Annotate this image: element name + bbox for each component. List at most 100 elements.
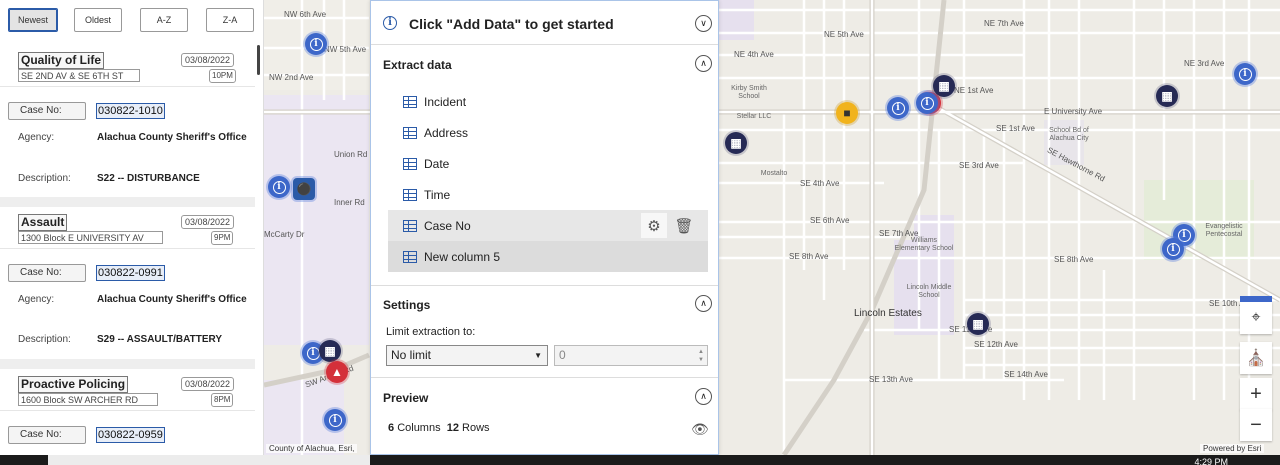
street-label: NE 3rd Ave xyxy=(1184,59,1225,68)
trash-icon[interactable]: 🗑 xyxy=(671,213,697,238)
incident-pin[interactable]: i xyxy=(887,97,909,119)
field-item-date[interactable]: Date xyxy=(388,148,708,179)
assault-pin[interactable]: ▦ xyxy=(725,132,747,154)
incident-card-header: Proactive Policing 1600 Block SW ARCHER … xyxy=(0,369,255,411)
spinner-icon[interactable]: ▲ ▼ xyxy=(698,348,704,364)
place-label: School Bd of Alachua City xyxy=(1049,127,1089,142)
zoom-out-button[interactable]: − xyxy=(1240,409,1272,441)
place-label-lincoln-estates: Lincoln Estates xyxy=(854,308,922,319)
case-label: Case No: xyxy=(8,426,86,444)
taskbar-search[interactable] xyxy=(48,455,370,465)
incident-pin[interactable]: i xyxy=(268,176,290,198)
dropdown-arrow-icon: ▼ xyxy=(534,351,542,360)
chevron-up-icon[interactable]: ∧ xyxy=(695,388,712,405)
columns-count: 6 xyxy=(388,422,395,434)
police-pin[interactable]: ⚫ xyxy=(293,178,315,200)
basemap-icon[interactable]: ⛪ xyxy=(1240,342,1272,374)
preview-summary: 6 Columns 12 Rows xyxy=(388,422,490,434)
incident-list-panel: Newest Oldest A-Z Z-A Quality of Life SE… xyxy=(0,0,264,455)
chevron-up-icon[interactable]: ∧ xyxy=(695,55,712,72)
case-number[interactable]: 030822-0959 xyxy=(96,427,165,443)
extract-data-panel: i Click "Add Data" to get started ∨ Extr… xyxy=(370,0,719,455)
assault-pin[interactable]: ▦ xyxy=(1156,85,1178,107)
chevron-down-icon[interactable]: ∨ xyxy=(695,15,712,32)
home-icon[interactable] xyxy=(1240,296,1272,302)
street-label: NW 5th Ave xyxy=(324,45,367,54)
table-column-icon xyxy=(403,250,417,263)
taskbar-clock: 4:29 PM xyxy=(1194,457,1228,465)
place-label: Stellar LLC xyxy=(736,113,772,120)
taskbar: 4:29 PM xyxy=(0,455,1280,465)
incident-card[interactable]: Assault 1300 Block E UNIVERSITY AV 03/08… xyxy=(0,207,255,357)
incident-title: Assault xyxy=(18,214,68,231)
rows-count: 12 xyxy=(446,422,459,434)
sort-oldest-button[interactable]: Oldest xyxy=(74,8,122,32)
street-label: NE 1st Ave xyxy=(954,86,994,95)
incident-card-header: Assault 1300 Block E UNIVERSITY AV 03/08… xyxy=(0,207,255,249)
field-item-time[interactable]: Time xyxy=(388,179,708,210)
description-value: S22 -- DISTURBANCE xyxy=(97,173,200,184)
incident-pin[interactable]: i xyxy=(1162,238,1184,260)
locate-icon[interactable]: ⌖ xyxy=(1240,302,1272,334)
place-label: Mostalto xyxy=(760,170,788,177)
thumb-pin[interactable]: ▲ xyxy=(326,361,348,383)
incident-title: Proactive Policing xyxy=(18,376,129,393)
incident-card[interactable]: Quality of Life SE 2ND AV & SE 6TH ST 03… xyxy=(0,45,255,195)
place-label: Williams Elementary School xyxy=(894,237,954,252)
case-number[interactable]: 030822-0991 xyxy=(96,265,165,281)
description-label: Description: xyxy=(18,173,71,184)
chevron-up-icon[interactable]: ∧ xyxy=(695,295,712,312)
incident-pin[interactable]: i xyxy=(916,92,938,114)
list-scrollbar[interactable] xyxy=(257,45,260,75)
street-label: SE 8th Ave xyxy=(1054,255,1094,264)
field-item-incident[interactable]: Incident xyxy=(388,86,708,117)
street-label: SE 13th Ave xyxy=(869,375,913,384)
street-label: SE 14th Ave xyxy=(1004,370,1048,379)
incident-pin[interactable]: i xyxy=(1234,63,1256,85)
table-column-icon xyxy=(403,126,417,139)
limit-select[interactable]: No limit ▼ xyxy=(386,345,548,366)
case-label: Case No: xyxy=(8,102,86,120)
info-icon: i xyxy=(383,16,397,30)
limit-number-input[interactable]: 0 ▲ ▼ xyxy=(554,345,708,366)
panel-header-title: Click "Add Data" to get started xyxy=(409,16,614,32)
field-item-case-no[interactable]: Case No ⚙ 🗑 xyxy=(388,210,708,241)
incident-date: 03/08/2022 xyxy=(181,53,235,67)
table-column-icon xyxy=(403,95,417,108)
incident-pin[interactable]: i xyxy=(305,33,327,55)
place-label: Evangelistic Pentecostal xyxy=(1205,223,1243,238)
incident-address: 1600 Block SW ARCHER RD xyxy=(18,393,158,406)
sort-za-button[interactable]: Z-A xyxy=(206,8,254,32)
field-item-address[interactable]: Address xyxy=(388,117,708,148)
assault-pin[interactable]: ▦ xyxy=(933,75,955,97)
incident-pin[interactable]: i xyxy=(324,409,346,431)
sort-az-button[interactable]: A-Z xyxy=(140,8,188,32)
street-label: E University Ave xyxy=(1044,107,1103,116)
limit-select-value: No limit xyxy=(391,348,432,362)
field-label: Incident xyxy=(424,94,467,109)
description-label: Description: xyxy=(18,334,71,345)
extract-section-title: Extract data xyxy=(383,58,452,72)
rows-word: Rows xyxy=(462,422,490,434)
incident-time: 9PM xyxy=(211,231,234,245)
incident-card-header: Quality of Life SE 2ND AV & SE 6TH ST 03… xyxy=(0,45,255,87)
street-label: SE 8th Ave xyxy=(789,252,829,261)
gear-icon[interactable]: ⚙ xyxy=(641,213,667,238)
map-attribution: County of Alachua, Esri, xyxy=(266,444,358,453)
eye-icon[interactable]: 👁 xyxy=(691,421,709,438)
field-item-new-column-5[interactable]: New column 5 xyxy=(388,241,708,272)
field-label: New column 5 xyxy=(424,249,501,264)
street-label: SE 6th Ave xyxy=(810,216,850,225)
case-number[interactable]: 030822-1010 xyxy=(96,103,165,119)
powered-by-esri[interactable]: Powered by Esri xyxy=(1200,444,1265,453)
street-label: SE 12th Ave xyxy=(974,340,1018,349)
sort-newest-button[interactable]: Newest xyxy=(8,8,58,32)
street-label: Inner Rd xyxy=(334,198,365,207)
assault-pin[interactable]: ▦ xyxy=(967,313,989,335)
agency-label: Agency: xyxy=(18,294,55,305)
zoom-in-button[interactable]: + xyxy=(1240,378,1272,410)
incident-card[interactable]: Proactive Policing 1600 Block SW ARCHER … xyxy=(0,369,255,455)
panel-header[interactable]: i Click "Add Data" to get started ∨ xyxy=(371,1,718,45)
traffic-pin[interactable]: ■ xyxy=(836,102,858,124)
assault-pin[interactable]: ▦ xyxy=(319,340,341,362)
